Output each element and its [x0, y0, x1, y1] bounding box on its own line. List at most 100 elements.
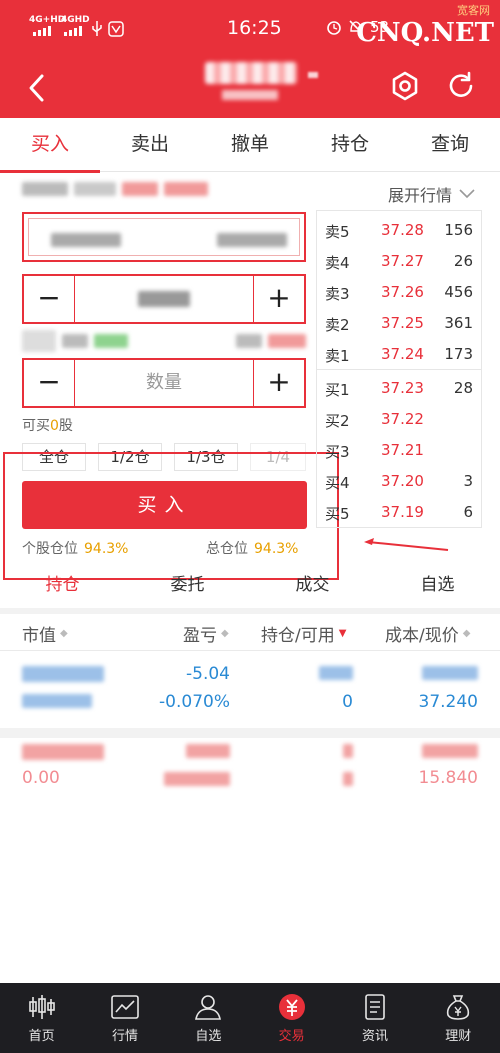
- ask-row[interactable]: 卖2 37.25 361: [317, 308, 483, 339]
- back-icon[interactable]: [22, 68, 52, 108]
- watermark-sub: 宽客网: [457, 4, 490, 17]
- quote-price-redacted: [74, 182, 116, 196]
- nav-market[interactable]: 行情: [83, 983, 166, 1053]
- nav-watchlist[interactable]: 自选: [167, 983, 250, 1053]
- qty-minus-button[interactable]: −: [24, 360, 74, 406]
- status-time: 16:25: [227, 17, 282, 39]
- holding-cost-redacted: [422, 744, 478, 758]
- quote-label-redacted: [22, 182, 68, 196]
- usb-icon: [92, 21, 102, 36]
- price-minus-button[interactable]: −: [24, 276, 74, 322]
- price-plus-button[interactable]: +: [254, 276, 304, 322]
- ask-row[interactable]: 卖5 37.28 156: [317, 215, 483, 246]
- tab-orders[interactable]: 委托: [125, 568, 250, 606]
- bid-row[interactable]: 买1 37.23 28: [317, 373, 483, 404]
- tab-trades[interactable]: 成交: [250, 568, 375, 606]
- sort-desc-icon: ▼: [338, 628, 347, 639]
- available-suffix: 股: [58, 418, 73, 434]
- watermark-logo: CNQ.NET: [356, 18, 494, 48]
- book-price: 37.21: [381, 441, 424, 459]
- ask-row[interactable]: 卖3 37.26 456: [317, 277, 483, 308]
- book-level-label: 卖4: [325, 254, 350, 272]
- holding-qty-redacted: [343, 744, 353, 758]
- ask-row[interactable]: 卖4 37.27 26: [317, 246, 483, 277]
- book-price: 37.25: [381, 314, 424, 332]
- quote-summary: [22, 182, 208, 196]
- status-bar: 4G+HD 4GHD 16:25 53 宽客网 CNQ.NET: [0, 0, 500, 58]
- section-separator: [0, 608, 500, 614]
- annotation-highlight-box: [3, 452, 339, 580]
- ask-row[interactable]: 卖1 37.24 173: [317, 339, 483, 370]
- book-level-label: 卖2: [325, 316, 350, 334]
- qty-input[interactable]: 数量: [74, 360, 254, 406]
- stock-name-redacted: [205, 62, 297, 84]
- book-price: 37.22: [381, 410, 424, 428]
- bid-row[interactable]: 买2 37.22: [317, 404, 483, 435]
- book-volume: 361: [444, 314, 473, 332]
- book-level-label: 买3: [325, 443, 350, 461]
- col-pl[interactable]: 盈亏 ◆: [183, 621, 229, 646]
- expand-quote-button[interactable]: 展开行情: [388, 182, 476, 206]
- holding-row[interactable]: -5.04 -0.070% 0 37.240: [0, 660, 500, 720]
- app-notification-icon: [108, 21, 124, 37]
- nav-news[interactable]: 资讯: [333, 983, 416, 1053]
- stock-tag-redacted: [308, 72, 318, 78]
- holding-qty-redacted: [319, 666, 353, 680]
- book-price: 37.20: [381, 472, 424, 490]
- account-name-redacted: [217, 233, 287, 247]
- tab-cancel[interactable]: 撤单: [200, 118, 300, 171]
- tab-holdings[interactable]: 持仓: [0, 568, 125, 606]
- bid-row[interactable]: 买5 37.19 6: [317, 497, 483, 528]
- nav-wealth[interactable]: 理财: [417, 983, 500, 1053]
- col-position[interactable]: 持仓/可用 ▼: [261, 621, 346, 646]
- available-shares: 可买0股: [22, 415, 73, 435]
- refresh-icon[interactable]: [444, 69, 478, 103]
- book-volume: 28: [453, 379, 473, 397]
- limit-up-redacted: [268, 334, 306, 348]
- chevron-down-icon: [459, 189, 475, 199]
- holding-pl: -5.04: [186, 664, 230, 684]
- quote-change-redacted: [122, 182, 158, 196]
- nav-trade-label: 交易: [278, 1029, 305, 1044]
- bid-row[interactable]: 买4 37.20 3: [317, 466, 483, 497]
- tab-query[interactable]: 查询: [400, 118, 500, 171]
- row-separator: [0, 728, 500, 738]
- nav-trade[interactable]: 交易: [250, 983, 333, 1053]
- book-volume: 6: [463, 503, 473, 521]
- book-volume: 456: [444, 283, 473, 301]
- nav-home[interactable]: 首页: [0, 983, 83, 1053]
- limit-price-row: [22, 328, 306, 354]
- holding-pl-pct-redacted: [164, 772, 230, 786]
- quote-pct-redacted: [164, 182, 208, 196]
- holdings-header: 市值 ◆ 盈亏 ◆ 持仓/可用 ▼ 成本/现价 ◆: [0, 615, 500, 649]
- holding-pl-redacted: [186, 744, 230, 758]
- tab-sell[interactable]: 卖出: [100, 118, 200, 171]
- book-price: 37.23: [381, 379, 424, 397]
- line-chart-icon: [111, 995, 139, 1019]
- signal-icon-2: [64, 26, 82, 36]
- holding-pl-pct: -0.070%: [159, 692, 230, 712]
- price-input[interactable]: [74, 276, 254, 322]
- holding-available: 0: [342, 692, 353, 712]
- book-level-label: 卖3: [325, 285, 350, 303]
- network-label-2: 4GHD: [61, 15, 90, 25]
- col-cost[interactable]: 成本/现价 ◆: [385, 621, 470, 646]
- book-level-label: 买5: [325, 505, 350, 523]
- expand-label: 展开行情: [388, 186, 453, 205]
- holding-extra: 0.00: [22, 768, 60, 788]
- col-market-value[interactable]: 市值 ◆: [22, 621, 68, 646]
- account-select[interactable]: [22, 212, 306, 262]
- tab-positions[interactable]: 持仓: [300, 118, 400, 171]
- annotation-arrow: [364, 538, 449, 551]
- book-volume: 173: [444, 345, 473, 363]
- holding-price: 37.240: [418, 692, 478, 712]
- tab-buy[interactable]: 买入: [0, 118, 100, 173]
- limit-label-redacted: [62, 334, 88, 348]
- qty-plus-button[interactable]: +: [254, 360, 304, 406]
- tab-watchlist[interactable]: 自选: [375, 568, 500, 606]
- bid-row[interactable]: 买3 37.21: [317, 435, 483, 466]
- book-price: 37.24: [381, 345, 424, 363]
- settings-hex-icon[interactable]: [388, 69, 422, 103]
- holding-row[interactable]: 0.00 15.840: [0, 738, 500, 798]
- book-level-label: 卖5: [325, 223, 350, 241]
